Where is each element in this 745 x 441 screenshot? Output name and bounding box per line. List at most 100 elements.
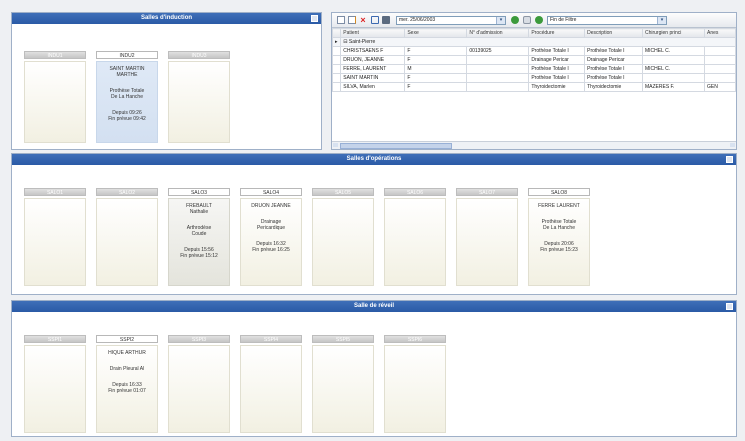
table-cell[interactable]: Prothèse Totale I [584, 64, 643, 74]
room-card[interactable]: SALO2 [96, 188, 158, 286]
room-card[interactable]: SALO6 [384, 188, 446, 286]
table-cell[interactable]: 00139025 [466, 46, 530, 56]
room-body[interactable] [240, 345, 302, 433]
room-label[interactable]: SALO1 [24, 188, 86, 196]
room-body[interactable] [96, 198, 158, 286]
table-cell[interactable]: M [404, 64, 468, 74]
table-cell[interactable] [466, 73, 530, 83]
room-label[interactable]: SSPI4 [240, 335, 302, 343]
delete-icon[interactable]: × [359, 16, 367, 25]
room-label[interactable]: SALO2 [96, 188, 158, 196]
table-cell[interactable]: DRUON, JEANNE [340, 55, 406, 65]
room-body[interactable] [456, 198, 518, 286]
room-label[interactable]: SALO5 [312, 188, 374, 196]
table-row[interactable]: FERRE, LAURENT M Prothèse Totale I Prothèse… [332, 64, 736, 74]
horizontal-scrollbar[interactable] [332, 141, 736, 149]
table-cell[interactable]: FERRE, LAURENT [340, 64, 406, 74]
filter-combo[interactable]: Fin de Filtre ▾ [547, 16, 667, 25]
column-header[interactable]: Sexe [404, 28, 468, 38]
table-row[interactable]: SAINT MARTIN F Prothèse Totale I Prothèse T… [332, 73, 736, 83]
room-card[interactable]: SSPI6 [384, 335, 446, 433]
table-row[interactable]: CHRISTSAENS F F 00139025 Prothèse Totale IP… [332, 46, 736, 56]
date-combo[interactable]: mer. 25/06/2003 ▾ [396, 16, 506, 25]
room-label[interactable]: SSPI1 [24, 335, 86, 343]
room-label[interactable]: SALO3 [168, 188, 230, 196]
table-cell[interactable]: Prothèse Totale I [528, 64, 586, 74]
room-body[interactable]: FREBAULT Nathalie Arthrodèse Coude Depuis 15… [168, 198, 230, 286]
table-cell[interactable] [641, 55, 705, 65]
room-card[interactable]: INDU1 [24, 51, 86, 143]
table-cell[interactable]: MICHEL C. [641, 46, 705, 56]
room-body[interactable] [384, 198, 446, 286]
table-cell[interactable]: F [404, 73, 468, 83]
room-label[interactable]: SSPI6 [384, 335, 446, 343]
room-body[interactable] [24, 198, 86, 286]
refresh-icon[interactable] [371, 16, 379, 24]
table-row[interactable]: DRUON, JEANNE F Drainage Pericar Drainage P… [332, 55, 736, 65]
column-header[interactable]: Procédure [528, 28, 586, 38]
column-header[interactable]: Patient [340, 28, 406, 38]
table-cell[interactable] [703, 73, 736, 83]
room-body[interactable]: FERRE LAURENT Prothèse Totale De La Hanche… [528, 198, 590, 286]
room-label[interactable]: SSPI2 [96, 335, 158, 343]
room-card[interactable]: SSPI4 [240, 335, 302, 433]
room-body[interactable] [168, 345, 230, 433]
table-cell[interactable]: F [404, 46, 468, 56]
print-icon[interactable] [382, 16, 390, 24]
table-cell[interactable]: Drainage Pericar [528, 55, 586, 65]
room-card[interactable]: SALO4 DRUON JEANNE Drainage Pericardique Dep… [240, 188, 302, 286]
scroll-right-icon[interactable] [730, 143, 735, 147]
room-card[interactable]: SSPI1 [24, 335, 86, 433]
column-header[interactable]: Anes [703, 28, 736, 38]
group-row[interactable]: ▸ ⊟ Saint-Pierre [332, 37, 736, 47]
room-card[interactable]: SALO8 FERRE LAURENT Prothèse Totale De La H… [528, 188, 590, 286]
table-cell[interactable] [641, 73, 705, 83]
previous-day-icon[interactable] [511, 16, 519, 24]
chevron-down-icon[interactable]: ▾ [496, 17, 505, 24]
table-cell[interactable]: F [404, 82, 468, 92]
column-header[interactable]: Description [584, 28, 643, 38]
room-body[interactable] [24, 61, 86, 143]
room-label[interactable]: SALO8 [528, 188, 590, 196]
today-icon[interactable] [523, 16, 531, 24]
table-cell[interactable] [703, 55, 736, 65]
room-card[interactable]: INDU3 [168, 51, 230, 143]
room-card[interactable]: SSPI3 [168, 335, 230, 433]
room-label[interactable]: SSPI3 [168, 335, 230, 343]
table-cell[interactable]: SILVA, Marlen [340, 82, 406, 92]
table-cell[interactable] [466, 55, 530, 65]
table-cell[interactable] [466, 64, 530, 74]
scroll-thumb[interactable] [340, 143, 452, 149]
room-card[interactable]: SALO5 [312, 188, 374, 286]
room-label[interactable]: SALO4 [240, 188, 302, 196]
room-body[interactable] [312, 345, 374, 433]
room-label[interactable]: SALO7 [456, 188, 518, 196]
room-body[interactable]: HIQUE ARTHUR Drain Pleural Al Depuis 16:33… [96, 345, 158, 433]
chevron-down-icon[interactable]: ▾ [657, 17, 666, 24]
pin-icon[interactable] [311, 15, 318, 22]
room-label[interactable]: INDU3 [168, 51, 230, 59]
room-card[interactable]: INDU2 SAINT MARTIN MARTHE Prothèse Totale De… [96, 51, 158, 143]
room-card[interactable]: SALO1 [24, 188, 86, 286]
room-label[interactable]: INDU1 [24, 51, 86, 59]
room-card[interactable]: SSPI2 HIQUE ARTHUR Drain Pleural Al Depuis … [96, 335, 158, 433]
table-cell[interactable]: SAINT MARTIN [340, 73, 406, 83]
table-cell[interactable] [466, 82, 530, 92]
room-card[interactable]: SSPI5 [312, 335, 374, 433]
next-day-icon[interactable] [535, 16, 543, 24]
room-card[interactable]: SALO3 FREBAULT Nathalie Arthrodèse Coude Depu… [168, 188, 230, 286]
room-body[interactable]: SAINT MARTIN MARTHE Prothèse Totale De La H… [96, 61, 158, 143]
table-cell[interactable]: Thyroidectomie [528, 82, 586, 92]
table-cell[interactable]: Prothèse Totale I [528, 46, 586, 56]
table-row[interactable]: SILVA, Marlen F Thyroidectomie Thyroidectom… [332, 82, 736, 92]
pin-icon[interactable] [726, 303, 733, 310]
room-label[interactable]: SALO6 [384, 188, 446, 196]
pin-icon[interactable] [726, 156, 733, 163]
table-cell[interactable]: Prothèse Totale I [584, 46, 643, 56]
new-document-icon[interactable] [337, 16, 345, 24]
room-body[interactable]: DRUON JEANNE Drainage Pericardique Depuis 1… [240, 198, 302, 286]
scroll-left-icon[interactable] [333, 143, 338, 147]
table-cell[interactable]: CHRISTSAENS F [340, 46, 406, 56]
table-cell[interactable] [703, 64, 736, 74]
room-label[interactable]: SSPI5 [312, 335, 374, 343]
